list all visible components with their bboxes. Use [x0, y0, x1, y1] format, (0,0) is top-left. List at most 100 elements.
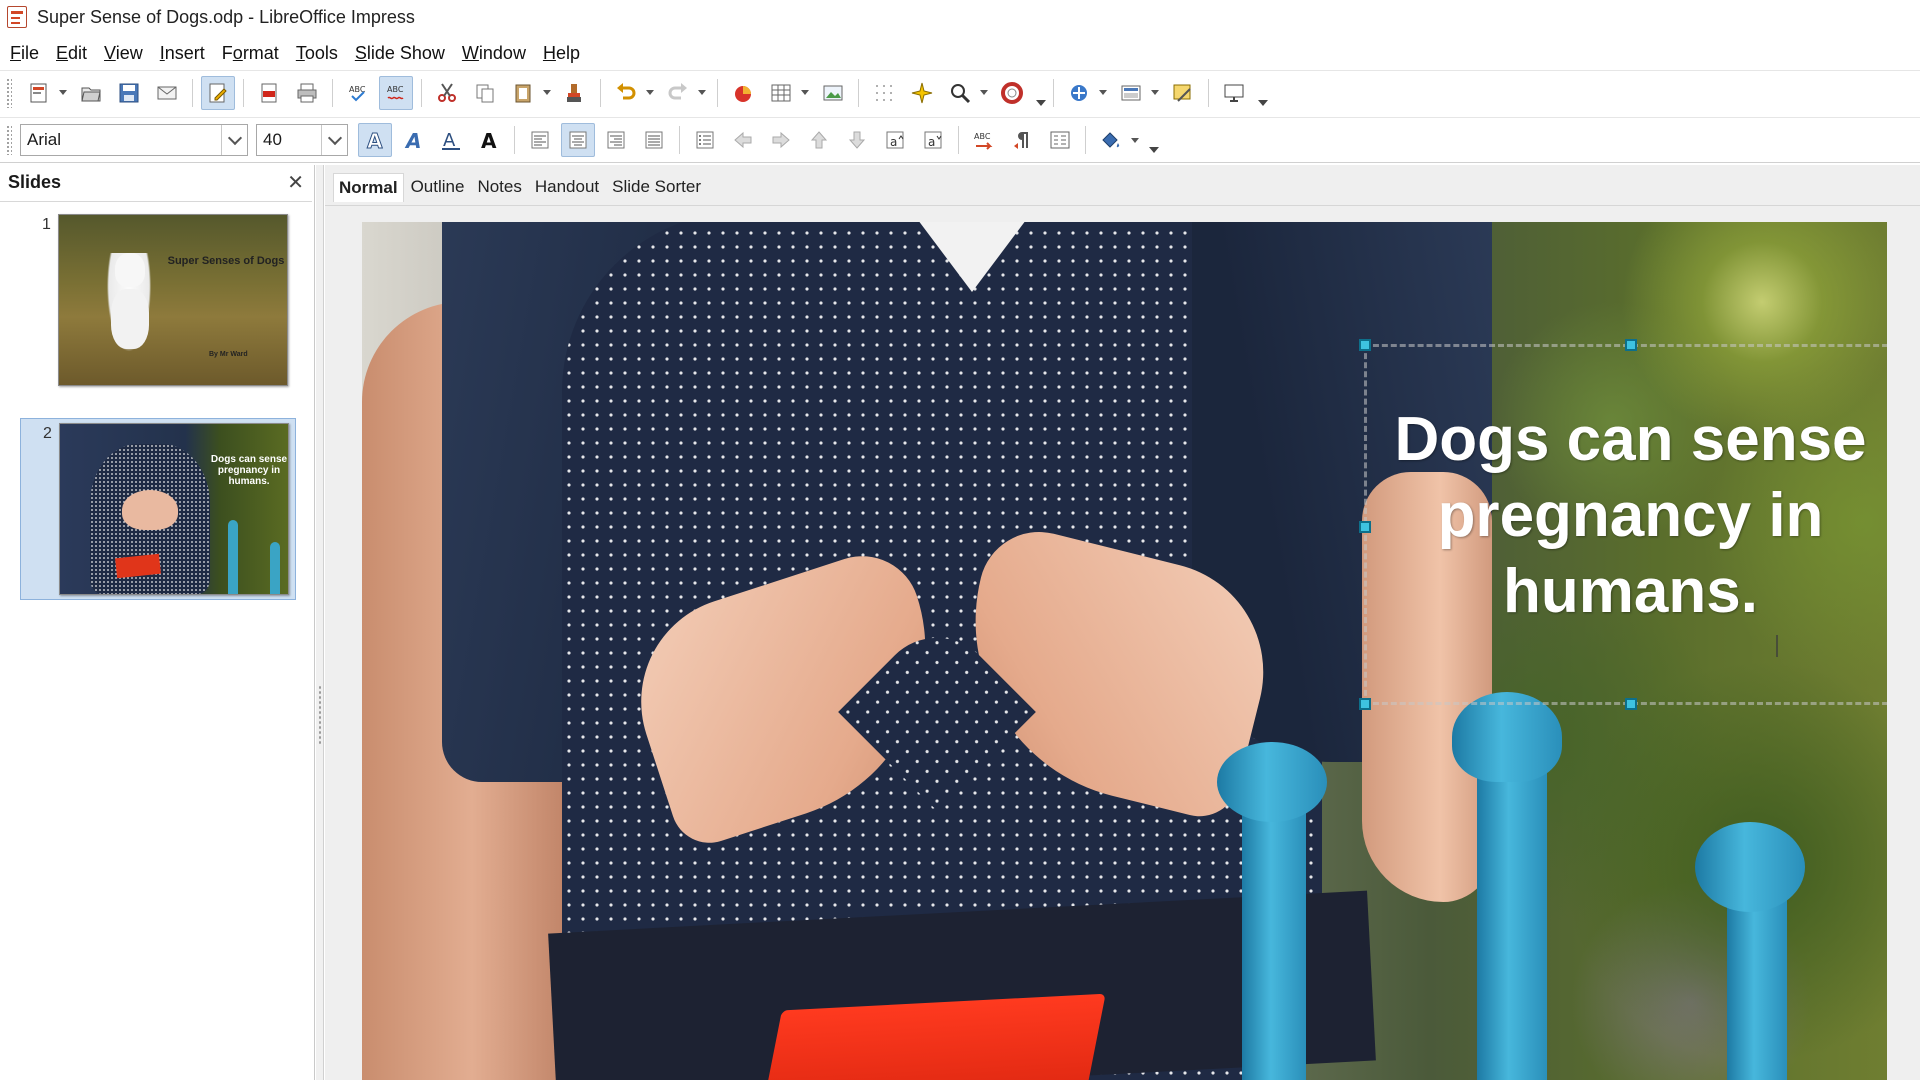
- menu-window[interactable]: Window: [462, 43, 526, 64]
- menu-file[interactable]: File: [10, 43, 39, 64]
- auto-spellcheck-button[interactable]: ABC: [379, 75, 413, 110]
- paragraph-rtl-button[interactable]: [1005, 123, 1039, 157]
- menu-slide-show[interactable]: Slide Show: [355, 43, 445, 64]
- arrow-down-icon: [848, 131, 866, 149]
- align-right-button[interactable]: [599, 123, 633, 157]
- toolbar-overflow[interactable]: [1257, 76, 1269, 110]
- clone-formatting-button[interactable]: [558, 76, 592, 110]
- slide-number: 2: [43, 425, 52, 442]
- shadow-font-button[interactable]: A: [396, 123, 430, 157]
- align-left-button[interactable]: [523, 123, 557, 157]
- character-button[interactable]: [1043, 123, 1077, 157]
- table-button[interactable]: [764, 76, 798, 110]
- bullets-button[interactable]: [688, 123, 722, 157]
- resize-handle-bottom[interactable]: [1625, 698, 1637, 710]
- spelling-button[interactable]: ABC: [341, 76, 375, 110]
- font-effect-button[interactable]: A: [434, 123, 468, 157]
- move-down-button[interactable]: [840, 123, 874, 157]
- chevron-down-icon[interactable]: [221, 125, 247, 155]
- font-size-combo[interactable]: 40: [256, 124, 348, 156]
- slide-canvas[interactable]: Dogs can sense pregnancy in humans.: [362, 222, 1887, 1080]
- resize-handle-top[interactable]: [1625, 339, 1637, 351]
- undo-button[interactable]: [609, 76, 643, 110]
- justify-button[interactable]: [637, 123, 671, 157]
- tab-handout[interactable]: Handout: [529, 172, 605, 202]
- slide-design-button[interactable]: [1166, 76, 1200, 110]
- toolbar-grip[interactable]: [6, 125, 12, 155]
- navigator-button[interactable]: [1062, 76, 1096, 110]
- resize-handle-top-left[interactable]: [1359, 339, 1371, 351]
- export-pdf-button[interactable]: [252, 76, 286, 110]
- splitter-grip[interactable]: [318, 685, 322, 745]
- presentation-button[interactable]: [1217, 76, 1251, 110]
- open-button[interactable]: [74, 76, 108, 110]
- decrease-font-button[interactable]: a: [916, 123, 950, 157]
- menu-edit[interactable]: Edit: [56, 43, 87, 64]
- copy-button[interactable]: [468, 76, 502, 110]
- image-button[interactable]: [816, 76, 850, 110]
- chevron-down-icon[interactable]: [321, 125, 347, 155]
- align-right-icon: [607, 131, 625, 149]
- menu-insert[interactable]: Insert: [160, 43, 205, 64]
- zoom-dropdown[interactable]: [979, 76, 989, 110]
- promote-button[interactable]: [726, 123, 760, 157]
- resize-handle-left[interactable]: [1359, 521, 1371, 533]
- slide-thumbnail-1[interactable]: 1 Super Senses of Dogs By Mr Ward: [20, 210, 296, 392]
- bold-font-button[interactable]: A: [472, 123, 506, 157]
- demote-button[interactable]: [764, 123, 798, 157]
- toolbar-grip[interactable]: [6, 77, 12, 108]
- outline-font-button[interactable]: A: [358, 123, 392, 157]
- area-style-button[interactable]: [1094, 123, 1128, 157]
- zoom-button[interactable]: [943, 76, 977, 110]
- undo-dropdown[interactable]: [645, 76, 655, 110]
- increase-font-button[interactable]: a: [878, 123, 912, 157]
- menu-tools[interactable]: Tools: [296, 43, 338, 64]
- resize-handle-bottom-left[interactable]: [1359, 698, 1371, 710]
- start-slideshow-button[interactable]: [995, 76, 1029, 110]
- tab-normal[interactable]: Normal: [333, 172, 404, 202]
- text-ltr-button[interactable]: ABC: [967, 123, 1001, 157]
- toolbar-separator: [514, 126, 515, 154]
- toolbar-separator: [1053, 78, 1054, 107]
- move-up-button[interactable]: [802, 123, 836, 157]
- new-document-dropdown[interactable]: [58, 76, 68, 110]
- slide-preview: Dogs can sense pregnancy in humans.: [59, 423, 289, 595]
- chart-button[interactable]: [726, 76, 760, 110]
- redo-button[interactable]: [661, 76, 695, 110]
- tab-outline[interactable]: Outline: [405, 172, 471, 202]
- tab-notes[interactable]: Notes: [471, 172, 527, 202]
- redo-dropdown[interactable]: [697, 76, 707, 110]
- align-center-button[interactable]: [561, 123, 595, 157]
- area-style-dropdown[interactable]: [1130, 123, 1140, 157]
- menu-view[interactable]: View: [104, 43, 143, 64]
- slide-layout-icon: [1121, 85, 1141, 100]
- justify-icon: [645, 131, 663, 149]
- save-button[interactable]: [112, 76, 146, 110]
- slide-thumbnail-2[interactable]: 2 Dogs can sense pregnancy in humans.: [20, 418, 296, 600]
- toolbar-overflow[interactable]: [1035, 76, 1047, 110]
- email-document-button[interactable]: [150, 76, 184, 110]
- display-grid-button[interactable]: [867, 76, 901, 110]
- blue-post-cap-image: [1452, 692, 1562, 782]
- paste-button[interactable]: [506, 76, 540, 110]
- close-icon[interactable]: ✕: [287, 170, 304, 195]
- menu-help[interactable]: Help: [543, 43, 580, 64]
- snap-guides-button[interactable]: [905, 76, 939, 110]
- print-button[interactable]: [290, 76, 324, 110]
- tab-slide-sorter[interactable]: Slide Sorter: [606, 172, 707, 202]
- heart-hands-image: [122, 490, 178, 530]
- pane-splitter[interactable]: [316, 165, 324, 1080]
- menu-format[interactable]: Format: [222, 43, 279, 64]
- new-document-button[interactable]: [22, 76, 56, 110]
- navigator-dropdown[interactable]: [1098, 76, 1108, 110]
- table-dropdown[interactable]: [800, 76, 810, 110]
- slide-layout-dropdown[interactable]: [1150, 76, 1160, 110]
- slide-layout-button[interactable]: [1114, 76, 1148, 110]
- cut-button[interactable]: [430, 76, 464, 110]
- paste-dropdown[interactable]: [542, 76, 552, 110]
- toolbar-overflow[interactable]: [1148, 123, 1160, 157]
- font-name-combo[interactable]: Arial: [20, 124, 248, 156]
- selected-text-box[interactable]: Dogs can sense pregnancy in humans.: [1359, 339, 1887, 710]
- slide-text[interactable]: Dogs can sense pregnancy in humans.: [1367, 402, 1887, 630]
- edit-mode-button[interactable]: [201, 75, 235, 110]
